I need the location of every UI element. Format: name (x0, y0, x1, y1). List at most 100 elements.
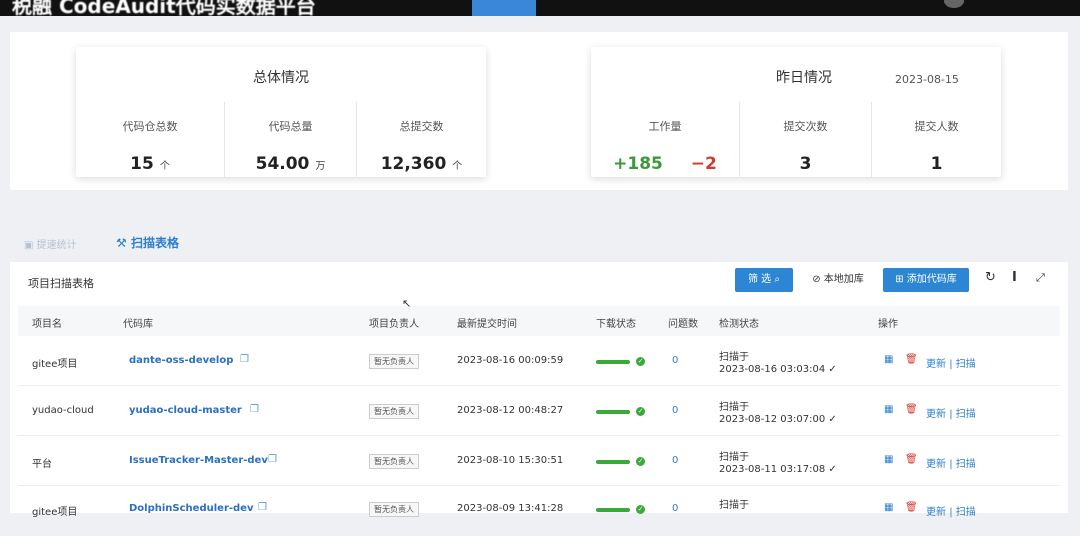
view-icon[interactable]: ▦ (884, 404, 893, 415)
delete-icon[interactable]: 🗑 (905, 404, 918, 415)
density-icon[interactable]: I (1012, 270, 1017, 285)
active-nav-tab[interactable] (472, 0, 536, 16)
row-actions: 更新 | 扫描 (926, 459, 976, 470)
copy-icon[interactable]: ❐ (268, 454, 277, 465)
metric-label: 提交次数 (783, 120, 828, 133)
filter-button[interactable]: 筛 选 ⌕ (735, 268, 793, 292)
delete-icon[interactable]: 🗑 (905, 454, 918, 465)
metric-value: 54.00 万 (255, 154, 326, 174)
col-repo: 代码库 (123, 319, 153, 330)
issue-count[interactable]: 0 (672, 455, 678, 466)
repo-link[interactable]: yudao-cloud-master (129, 405, 242, 416)
metric-value: 1 (930, 154, 943, 174)
row-actions: 更新 | 扫描 (926, 359, 976, 370)
col-last-commit: 最新提交时间 (457, 319, 517, 330)
stats-section: 总体情况 代码仓总数 15 个 代码总量 54.00 万 总提交数 12,360 个 … (10, 32, 1068, 190)
download-progress (596, 508, 630, 512)
table-title: 项目扫描表格 (28, 277, 94, 290)
table-header: 项目名 代码库 项目负责人 最新提交时间 下载状态 问题数 检测状态 操作 (18, 306, 1060, 336)
table-row: gitee项目 dante-oss-develop ❐ 暂无负责人 2023-0… (18, 336, 1060, 386)
issue-count[interactable]: 0 (672, 405, 678, 416)
repo-link[interactable]: DolphinScheduler-dev (129, 503, 253, 514)
last-commit-time: 2023-08-12 00:48:27 (457, 405, 564, 416)
repo-link[interactable]: dante-oss-develop (129, 355, 233, 366)
last-commit-time: 2023-08-16 00:09:59 (457, 355, 564, 366)
view-icon[interactable]: ▦ (884, 454, 893, 465)
tab-scan-table[interactable]: ⚒ 扫描表格 (116, 234, 179, 251)
metric-workload: 工作量 +185 −2 (591, 102, 739, 178)
update-link[interactable]: 更新 (926, 359, 946, 370)
scan-label: 扫描于 (719, 452, 749, 463)
table-row: 平台 IssueTracker-Master-dev ❐ 暂无负责人 2023-… (18, 436, 1060, 486)
link-icon: ⊘ (812, 274, 824, 285)
copy-icon[interactable]: ❐ (240, 354, 249, 365)
copy-icon[interactable]: ❐ (250, 404, 259, 415)
update-link[interactable]: 更新 (926, 459, 946, 470)
owner-badge: 暂无负责人 (369, 454, 419, 469)
metric-label: 代码总量 (268, 120, 313, 133)
scan-link[interactable]: 扫描 (956, 459, 976, 470)
table-row: yudao-cloud yudao-cloud-master ❐ 暂无负责人 2… (18, 386, 1060, 436)
scan-table-panel: 项目扫描表格 筛 选 ⌕ ⊘ 本地加库 ⊞ 添加代码库 ↻ I ⤢ 项目名 代码… (10, 262, 1068, 518)
avatar[interactable] (944, 0, 964, 8)
table-row: gitee项目 DolphinScheduler-dev ❐ 暂无负责人 202… (18, 486, 1060, 536)
col-download: 下载状态 (596, 319, 636, 330)
metric-label: 代码仓总数 (122, 120, 178, 133)
project-name: gitee项目 (32, 507, 78, 518)
download-progress (596, 410, 630, 414)
scan-label: 扫描于 (719, 500, 749, 511)
fullscreen-icon[interactable]: ⤢ (1036, 271, 1045, 285)
view-tabs: ▣ 提速统计 ⚒ 扫描表格 (0, 222, 1080, 262)
copy-icon[interactable]: ❐ (258, 502, 267, 513)
metric-label: 总提交数 (399, 120, 444, 133)
refresh-icon[interactable]: ↻ (985, 270, 996, 285)
overall-card: 总体情况 代码仓总数 15 个 代码总量 54.00 万 总提交数 12,360 个 (76, 47, 486, 178)
owner-badge: 暂无负责人 (369, 354, 419, 369)
yesterday-card: 昨日情况 2023-08-15 工作量 +185 −2 提交次数 3 提交人数 … (591, 47, 1001, 178)
download-progress (596, 360, 630, 364)
metric-value: 12,360 个 (380, 154, 463, 174)
success-icon: ✓ (636, 407, 645, 416)
mouse-cursor-icon: ↖ (402, 297, 412, 310)
app-title: 税融 CodeAudit代码实数据平台 (12, 0, 316, 16)
metric-repo-count: 代码仓总数 15 个 (76, 102, 224, 178)
scan-link[interactable]: 扫描 (956, 359, 976, 370)
view-icon[interactable]: ▦ (884, 354, 893, 365)
check-icon: ✓ (828, 364, 837, 375)
metric-label: 提交人数 (914, 120, 959, 133)
top-header: 税融 CodeAudit代码实数据平台 (0, 0, 1080, 16)
update-link[interactable]: 更新 (926, 409, 946, 420)
success-icon: ✓ (636, 357, 645, 366)
scan-label: 扫描于 (719, 352, 749, 363)
local-add-button[interactable]: ⊘ 本地加库 (805, 268, 871, 292)
delete-icon[interactable]: 🗑 (905, 354, 918, 365)
metric-yesterday-committers: 提交人数 1 (871, 102, 1001, 178)
scan-time: 2023-08-11 03:17:08 ✓ (719, 464, 837, 475)
issue-count[interactable]: 0 (672, 355, 678, 366)
delete-icon[interactable]: 🗑 (905, 502, 918, 513)
tab-stats[interactable]: ▣ 提速统计 (24, 236, 77, 251)
col-scan-status: 检测状态 (719, 319, 759, 330)
scan-label: 扫描于 (719, 402, 749, 413)
scan-time: 2023-08-12 03:07:00 ✓ (719, 414, 837, 425)
project-name: gitee项目 (32, 359, 78, 370)
add-repo-button[interactable]: ⊞ 添加代码库 (883, 268, 969, 292)
scan-link[interactable]: 扫描 (956, 409, 976, 420)
download-progress (596, 460, 630, 464)
yesterday-date: 2023-08-15 (895, 73, 959, 86)
wrench-icon: ⚒ (116, 236, 131, 250)
metric-value: +185 −2 (591, 154, 739, 174)
row-actions: 更新 | 扫描 (926, 409, 976, 420)
lines-added: +185 (613, 154, 663, 174)
success-icon: ✓ (636, 457, 645, 466)
check-icon: ✓ (828, 414, 837, 425)
metric-label: 工作量 (648, 120, 682, 133)
repo-link[interactable]: IssueTracker-Master-dev (129, 455, 268, 466)
issue-count[interactable]: 0 (672, 503, 678, 514)
metric-code-total: 代码总量 54.00 万 (224, 102, 356, 178)
col-issues: 问题数 (668, 319, 698, 330)
col-ops: 操作 (878, 319, 898, 330)
search-icon: ⌕ (774, 274, 780, 285)
col-project: 项目名 (32, 319, 62, 330)
view-icon[interactable]: ▦ (884, 502, 893, 513)
